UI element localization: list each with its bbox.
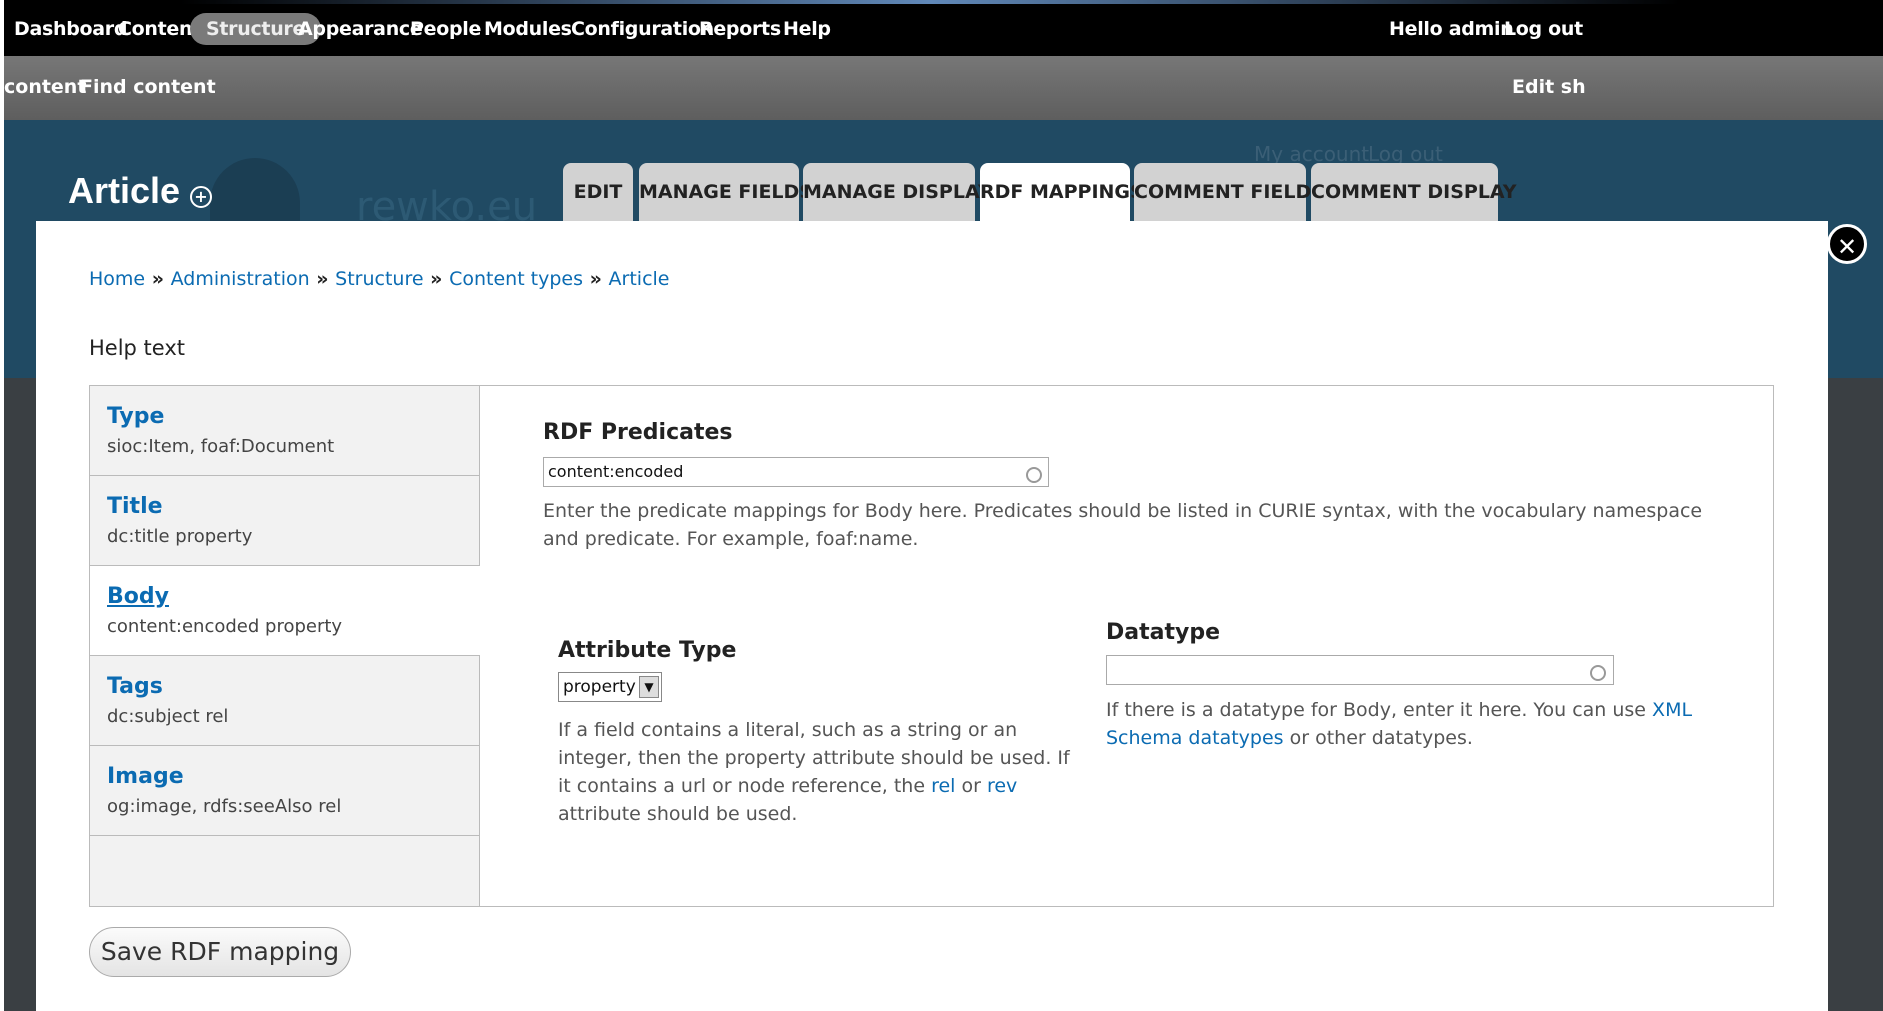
dropdown-arrow-icon[interactable]: ▼ bbox=[639, 676, 659, 698]
vertical-tab-name[interactable]: Tags bbox=[107, 674, 163, 699]
datatype-desc-part2: or other datatypes. bbox=[1289, 727, 1473, 749]
attribute-type-label: Attribute Type bbox=[558, 638, 737, 663]
breadcrumb: Home » Administration » Structure » Cont… bbox=[89, 268, 670, 290]
toolbar-item-reports[interactable]: Reports bbox=[699, 13, 781, 45]
help-text: Help text bbox=[89, 336, 185, 360]
vertical-tab-name[interactable]: Title bbox=[107, 494, 163, 519]
vertical-tab-type[interactable]: Type sioc:Item, foaf:Document bbox=[90, 386, 479, 476]
greeting-text: Hello bbox=[1389, 18, 1443, 40]
tab-comment-display[interactable]: COMMENT DISPLAY bbox=[1311, 163, 1517, 221]
toolbar-item-appearance[interactable]: Appearance bbox=[298, 13, 423, 45]
vertical-tab-body[interactable]: Body content:encoded property bbox=[90, 566, 480, 656]
toolbar-item-help[interactable]: Help bbox=[783, 13, 831, 45]
autocomplete-throbber-icon bbox=[1590, 665, 1606, 681]
toolbar-glow bbox=[180, 0, 1680, 4]
breadcrumb-administration[interactable]: Administration bbox=[171, 268, 310, 290]
vertical-tab-name[interactable]: Type bbox=[107, 404, 164, 429]
attribute-type-select[interactable]: property ▼ bbox=[558, 672, 662, 702]
vertical-tab-list: Type sioc:Item, foaf:Document Title dc:t… bbox=[90, 386, 480, 906]
rel-link[interactable]: rel bbox=[931, 775, 955, 797]
vertical-tab-summary: dc:subject rel bbox=[107, 706, 229, 727]
rdf-predicates-description: Enter the predicate mappings for Body he… bbox=[543, 500, 1703, 550]
vertical-tab-summary: dc:title property bbox=[107, 526, 253, 547]
attribute-desc-or: or bbox=[961, 775, 981, 797]
attribute-type-description: If a field contains a literal, such as a… bbox=[558, 716, 1088, 828]
breadcrumb-home[interactable]: Home bbox=[89, 268, 145, 290]
vertical-tab-image[interactable]: Image og:image, rdfs:seeAlso rel bbox=[90, 746, 479, 836]
tab-comment-fields[interactable]: COMMENT FIELDS bbox=[1134, 163, 1325, 221]
breadcrumb-structure[interactable]: Structure bbox=[335, 268, 423, 290]
tab-edit[interactable]: EDIT bbox=[563, 163, 633, 221]
attribute-type-value: property bbox=[563, 677, 636, 697]
rdf-predicates-label: RDF Predicates bbox=[543, 420, 733, 445]
toolbar-item-modules[interactable]: Modules bbox=[484, 13, 572, 45]
page-title: Article bbox=[68, 170, 181, 211]
tab-manage-display[interactable]: MANAGE DISPLAY bbox=[803, 163, 992, 221]
datatype-label: Datatype bbox=[1106, 620, 1220, 645]
rdf-predicates-input[interactable]: content:encoded bbox=[543, 457, 1049, 487]
save-rdf-mapping-button[interactable]: Save RDF mapping bbox=[89, 927, 351, 977]
breadcrumb-content-types[interactable]: Content types bbox=[449, 268, 583, 290]
toolbar-item-dashboard[interactable]: Dashboard bbox=[14, 13, 127, 45]
vertical-tab-title[interactable]: Title dc:title property bbox=[90, 476, 479, 566]
tab-rdf-mappings[interactable]: RDF MAPPINGS bbox=[980, 163, 1144, 223]
datatype-input[interactable] bbox=[1106, 655, 1614, 685]
user-greeting: Hello admin bbox=[1389, 13, 1514, 45]
edit-shortcuts-link[interactable]: Edit sh bbox=[1512, 76, 1586, 98]
datatype-desc-part1: If there is a datatype for Body, enter i… bbox=[1106, 699, 1646, 721]
toolbar-item-configuration[interactable]: Configuration bbox=[571, 13, 714, 45]
close-overlay-button[interactable]: ✕ bbox=[1827, 224, 1867, 264]
vertical-tab-name[interactable]: Image bbox=[107, 764, 184, 789]
admin-toolbar: Dashboard Content Structure Appearance P… bbox=[4, 0, 1883, 56]
vertical-tab-summary: og:image, rdfs:seeAlso rel bbox=[107, 796, 342, 817]
vertical-tab-tags[interactable]: Tags dc:subject rel bbox=[90, 656, 479, 746]
vertical-tab-summary: content:encoded property bbox=[107, 616, 343, 637]
toolbar-item-people[interactable]: People bbox=[410, 13, 481, 45]
add-shortcut-icon[interactable]: + bbox=[190, 186, 212, 208]
shortcut-add-content[interactable]: content bbox=[4, 76, 86, 98]
breadcrumb-article[interactable]: Article bbox=[609, 268, 670, 290]
rev-link[interactable]: rev bbox=[987, 775, 1017, 797]
datatype-description: If there is a datatype for Body, enter i… bbox=[1106, 696, 1706, 752]
vertical-tab-summary: sioc:Item, foaf:Document bbox=[107, 436, 335, 457]
vertical-tab-name[interactable]: Body bbox=[107, 584, 169, 609]
toolbar-item-content[interactable]: Content bbox=[118, 13, 201, 45]
autocomplete-throbber-icon bbox=[1026, 467, 1042, 483]
attribute-desc-part2: attribute should be used. bbox=[558, 803, 798, 825]
shortcut-find-content[interactable]: Find content bbox=[80, 76, 216, 98]
tab-manage-fields[interactable]: MANAGE FIELDS bbox=[639, 163, 813, 221]
shortcuts-bar: content Find content Edit sh bbox=[4, 56, 1883, 120]
logout-link[interactable]: Log out bbox=[1504, 13, 1583, 45]
